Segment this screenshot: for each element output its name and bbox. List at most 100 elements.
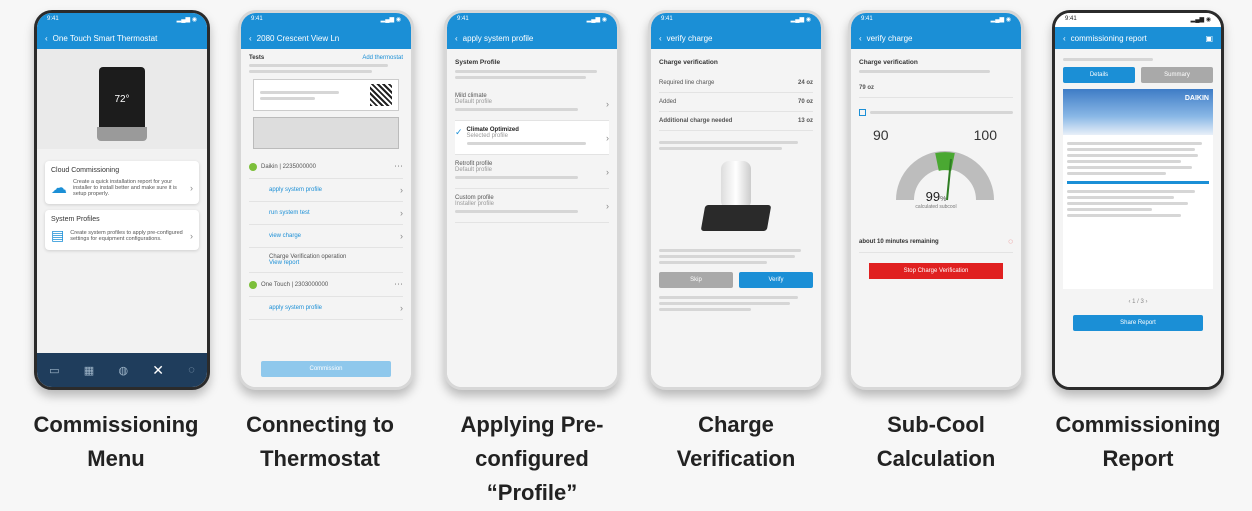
action-label: view charge bbox=[269, 233, 302, 239]
tab-summary[interactable]: Summary bbox=[1141, 67, 1213, 83]
spinner-icon: ◌ bbox=[1008, 237, 1013, 246]
tab-details[interactable]: Details bbox=[1063, 67, 1135, 83]
tools-icon[interactable]: ✕ bbox=[152, 362, 164, 379]
chevron-right-icon: › bbox=[400, 208, 403, 218]
document-icon: ▤ bbox=[51, 227, 65, 243]
app-bar: ‹ One Touch Smart Thermostat bbox=[37, 27, 207, 49]
qr-label bbox=[253, 79, 399, 111]
status-bar: 9:41 ▂▄▆ ◉ bbox=[661, 16, 811, 23]
next-icon[interactable]: › bbox=[1146, 299, 1148, 305]
add-thermostat-link[interactable]: Add thermostat bbox=[362, 55, 403, 61]
home-icon[interactable]: ▭ bbox=[49, 364, 59, 377]
chevron-right-icon: › bbox=[400, 185, 403, 195]
back-icon[interactable]: ‹ bbox=[659, 34, 662, 43]
app-bar: ‹ verify charge bbox=[851, 27, 1021, 49]
skip-button[interactable]: Skip bbox=[659, 272, 733, 288]
status-dot bbox=[249, 162, 257, 171]
action-item[interactable]: apply system profile › bbox=[249, 297, 403, 320]
phone-connecting: 9:41 ▂▄▆ ◉ ‹ 2080 Crescent View Ln Tests … bbox=[238, 10, 414, 390]
view-report-link[interactable]: View report bbox=[269, 260, 299, 266]
pager[interactable]: ‹ 1 / 3 › bbox=[1063, 299, 1213, 305]
phone-report: 9:41 ▂▄▆ ◉ ‹ commissioning report ▣ Detai… bbox=[1052, 10, 1224, 390]
action-label: run system test bbox=[269, 210, 310, 216]
profile-item[interactable]: Retrofit profile Default profile › bbox=[455, 155, 609, 189]
section-title: Charge verification bbox=[659, 59, 718, 66]
app-bar-title: commissioning report bbox=[1070, 33, 1147, 43]
app-bar-title: One Touch Smart Thermostat bbox=[52, 33, 158, 43]
checkbox-row[interactable] bbox=[859, 108, 1013, 117]
app-bar-title: apply system profile bbox=[462, 33, 534, 43]
verify-button[interactable]: Verify bbox=[739, 272, 813, 288]
status-bar: 9:41 ▂▄▆ ◉ bbox=[1065, 16, 1211, 23]
row-value: 13 oz bbox=[797, 118, 813, 124]
app-bar: ‹ verify charge bbox=[651, 27, 821, 49]
action-label: apply system profile bbox=[269, 187, 323, 193]
sensor-image bbox=[659, 156, 813, 246]
stop-charge-verification-button[interactable]: Stop Charge Verification bbox=[869, 263, 1003, 279]
back-icon[interactable]: ‹ bbox=[249, 34, 252, 43]
chevron-right-icon: › bbox=[606, 98, 609, 109]
brand-logo: DAIKIN bbox=[1184, 95, 1209, 102]
system-profiles-card[interactable]: System Profiles ▤ Create system profiles… bbox=[45, 210, 199, 250]
report-banner: DAIKIN bbox=[1063, 89, 1213, 135]
action-item[interactable]: run system test › bbox=[249, 202, 403, 225]
gauge-max-label: 100 bbox=[973, 127, 997, 143]
row-label: Additional charge needed bbox=[659, 118, 733, 124]
phone-charge-verification: 9:41 ▂▄▆ ◉ ‹ verify charge Charge verific… bbox=[648, 10, 824, 390]
profile-sub: Selected profile bbox=[466, 133, 508, 139]
app-bar: ‹ apply system profile bbox=[447, 27, 617, 49]
share-icon[interactable]: ▣ bbox=[1205, 34, 1213, 43]
chevron-right-icon: › bbox=[606, 132, 609, 143]
text-line bbox=[249, 64, 388, 67]
back-icon[interactable]: ‹ bbox=[859, 34, 862, 43]
device-row[interactable]: Daikin | 2235000000 ⋯ bbox=[249, 155, 403, 179]
status-bar: 9:41 ▂▄▆ ◉ bbox=[47, 16, 197, 23]
action-item[interactable]: view charge › bbox=[249, 225, 403, 248]
thermostat-base bbox=[97, 127, 147, 141]
status-bar: 9:41 ▂▄▆ ◉ bbox=[457, 16, 607, 23]
back-icon[interactable]: ‹ bbox=[455, 34, 458, 43]
action-item[interactable]: Charge Verification operation View repor… bbox=[249, 248, 403, 273]
checkbox[interactable] bbox=[859, 109, 866, 116]
row-label: Required line charge bbox=[659, 80, 715, 86]
timer-text: about 10 minutes remaining bbox=[859, 238, 939, 245]
profile-item[interactable]: Mild climate Default profile › bbox=[455, 87, 609, 121]
chevron-right-icon: › bbox=[190, 230, 193, 241]
stage: 9:41 ▂▄▆ ◉ ‹ One Touch Smart Thermostat 7… bbox=[0, 0, 1252, 511]
back-icon[interactable]: ‹ bbox=[1063, 34, 1066, 43]
back-icon[interactable]: ‹ bbox=[45, 34, 48, 43]
more-icon[interactable]: ⋯ bbox=[394, 161, 403, 172]
text-line bbox=[249, 70, 373, 73]
prev-icon[interactable]: ‹ bbox=[1128, 299, 1130, 305]
app-bar: ‹ 2080 Crescent View Ln bbox=[241, 27, 411, 49]
caption-report: Commissioning Report bbox=[1055, 412, 1221, 471]
caption-commissioning-menu: Commissioning Menu bbox=[33, 412, 199, 471]
device-row[interactable]: One Touch | 2303000000 ⋯ bbox=[249, 273, 403, 297]
sensor-body bbox=[721, 161, 751, 209]
thermostat-device: 72° bbox=[97, 67, 147, 141]
commission-button[interactable]: Commission bbox=[261, 361, 391, 377]
profile-item[interactable]: Custom profile Installer profile › bbox=[455, 189, 609, 223]
gauge-unit: % bbox=[940, 196, 947, 203]
settings-icon[interactable]: ◌ bbox=[188, 364, 195, 376]
action-item[interactable]: apply system profile › bbox=[249, 179, 403, 202]
cloud-commissioning-card[interactable]: Cloud Commissioning ☁ Create a quick ins… bbox=[45, 161, 199, 204]
report-document: DAIKIN bbox=[1063, 89, 1213, 289]
qr-code-icon bbox=[370, 84, 392, 106]
action-label: apply system profile bbox=[269, 305, 323, 311]
section-title: Charge verification bbox=[859, 59, 918, 66]
more-icon[interactable]: ⋯ bbox=[394, 279, 403, 290]
share-report-button[interactable]: Share Report bbox=[1073, 315, 1203, 331]
profile-sub: Default profile bbox=[455, 99, 493, 105]
grid-icon[interactable]: ▦ bbox=[84, 364, 94, 377]
profile-sub: Default profile bbox=[455, 167, 493, 173]
row-value: 79 oz bbox=[859, 85, 875, 91]
section-title: System Profile bbox=[455, 59, 501, 66]
bulb-icon[interactable]: ◍ bbox=[118, 364, 128, 377]
subcool-gauge: 90 100 99% calculated subcool bbox=[859, 127, 1013, 227]
card-text: Create a quick installation report for y… bbox=[73, 179, 177, 197]
row-value: 70 oz bbox=[797, 99, 813, 105]
profile-item-selected[interactable]: ✓ Climate Optimized Selected profile › bbox=[455, 121, 609, 155]
chevron-right-icon: › bbox=[400, 231, 403, 241]
device-label: One Touch | 2303000000 bbox=[261, 281, 329, 288]
